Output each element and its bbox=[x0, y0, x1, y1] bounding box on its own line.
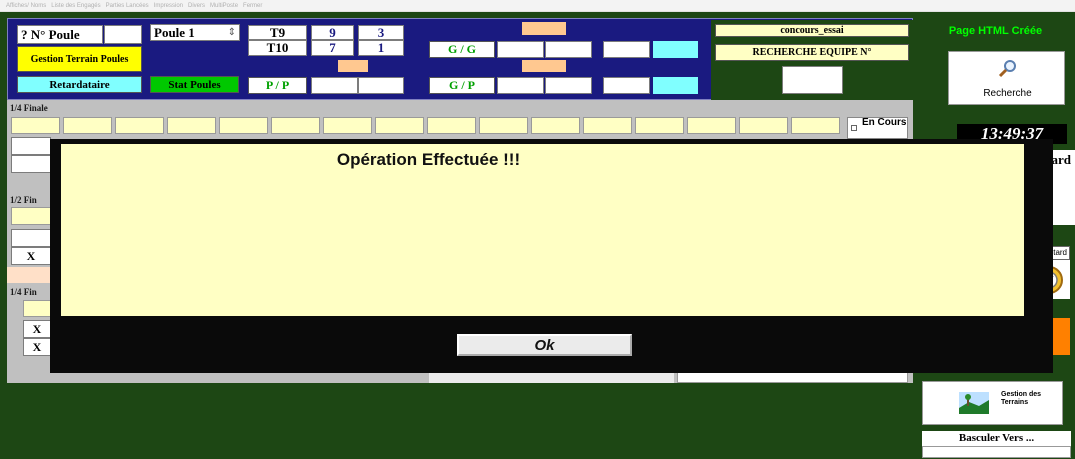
quart-finale-label: 1/4 Finale bbox=[10, 103, 48, 113]
pp-indicator bbox=[338, 60, 368, 72]
quart-finale-cell[interactable] bbox=[115, 117, 164, 134]
quart-field-a[interactable] bbox=[11, 137, 51, 155]
terrain-name-2: T10 bbox=[248, 40, 307, 56]
demi-highlight bbox=[7, 267, 51, 283]
quart-finale-cell[interactable] bbox=[479, 117, 528, 134]
quart2-x-button-1[interactable]: X bbox=[23, 320, 51, 338]
terrain-b-2: 1 bbox=[358, 40, 404, 56]
quart-finale-cell[interactable] bbox=[583, 117, 632, 134]
terrain-b-1: 3 bbox=[358, 25, 404, 40]
demi-cell[interactable] bbox=[11, 207, 51, 225]
demi-field[interactable] bbox=[11, 229, 51, 247]
quart-finale-cell[interactable] bbox=[63, 117, 112, 134]
gestion-terrains-label: Gestion des Terrains bbox=[1001, 391, 1042, 406]
quart2-x-button-2[interactable]: X bbox=[23, 338, 51, 356]
quart-finale-cell[interactable] bbox=[635, 117, 684, 134]
retardataire-button[interactable]: Retardataire bbox=[17, 76, 142, 93]
menu-affiches[interactable]: Affiches/ Noms bbox=[6, 0, 46, 11]
demi-finale-label: 1/2 Fin bbox=[10, 195, 37, 205]
basculer-vers-select[interactable] bbox=[922, 446, 1071, 458]
menu-fermer[interactable]: Fermer bbox=[243, 0, 262, 11]
terrain-a-1: 9 bbox=[311, 25, 354, 40]
quart-finale-cell[interactable] bbox=[791, 117, 840, 134]
pp-score-1[interactable] bbox=[311, 77, 358, 94]
basculer-vers-button[interactable]: Basculer Vers ... bbox=[922, 431, 1071, 446]
concours-name: concours_essai bbox=[715, 24, 909, 37]
quart-finale-cell[interactable] bbox=[11, 117, 60, 134]
pp-label: P / P bbox=[248, 77, 307, 94]
quart-finale-cell[interactable] bbox=[531, 117, 580, 134]
quart-finale-cell[interactable] bbox=[167, 117, 216, 134]
poule-select-value: Poule 1 bbox=[154, 25, 195, 40]
quart-finale-cell[interactable] bbox=[323, 117, 372, 134]
terrain-a-2: 7 bbox=[311, 40, 354, 56]
recherche-label: Recherche bbox=[983, 88, 1032, 99]
menu-bar: Affiches/ Noms Liste des Engagés Parties… bbox=[0, 0, 1075, 12]
terrain-name-1: T9 bbox=[248, 25, 307, 40]
quart-finale-cell[interactable] bbox=[375, 117, 424, 134]
quart-finale-cell[interactable] bbox=[219, 117, 268, 134]
ok-button[interactable]: Ok bbox=[457, 334, 632, 356]
gp-score-2[interactable] bbox=[545, 77, 592, 94]
page-html-status: Page HTML Créée bbox=[948, 25, 1043, 37]
gp-highlight bbox=[653, 77, 698, 94]
quart-finale-cell[interactable] bbox=[687, 117, 736, 134]
recherche-equipe-input[interactable] bbox=[782, 66, 843, 94]
poule-number-input[interactable] bbox=[104, 25, 142, 44]
quart-finale-cell[interactable] bbox=[739, 117, 788, 134]
menu-divers[interactable]: Divers bbox=[188, 0, 205, 11]
menu-liste-engages[interactable]: Liste des Engagés bbox=[51, 0, 100, 11]
en-cours-label: En Cours bbox=[862, 117, 907, 128]
gg-indicator bbox=[522, 22, 566, 35]
menu-impression[interactable]: Impression bbox=[154, 0, 183, 11]
pp-score-2[interactable] bbox=[358, 77, 404, 94]
gestion-terrains-button[interactable]: Gestion des Terrains bbox=[922, 381, 1063, 425]
quart-finale-cell[interactable] bbox=[427, 117, 476, 134]
menu-multiposte[interactable]: MultiPoste bbox=[210, 0, 238, 11]
gg-highlight bbox=[653, 41, 698, 58]
terrain-landscape-icon bbox=[959, 392, 989, 414]
stat-poules-button[interactable]: Stat Poules bbox=[150, 76, 239, 93]
gestion-terrain-poules-button[interactable]: Gestion Terrain Poules bbox=[17, 46, 142, 72]
recherche-equipe-label: RECHERCHE EQUIPE N° bbox=[715, 44, 909, 61]
quart-finale-cell[interactable] bbox=[271, 117, 320, 134]
select-arrow-icon: ⇕ bbox=[227, 27, 236, 38]
quart2-cell[interactable] bbox=[23, 300, 51, 317]
menu-parties-lancees[interactable]: Parties Lancées bbox=[106, 0, 149, 11]
modal-message: Opération Effectuée !!! bbox=[336, 150, 521, 169]
gp-score-3[interactable] bbox=[603, 77, 650, 94]
gp-indicator bbox=[522, 60, 566, 72]
en-cours-checkbox[interactable] bbox=[851, 125, 857, 131]
quart-finale-2-label: 1/4 Fin bbox=[10, 287, 37, 297]
quart-field-b[interactable] bbox=[11, 155, 51, 173]
gg-score-1[interactable] bbox=[497, 41, 544, 58]
gg-score-2[interactable] bbox=[545, 41, 592, 58]
recherche-button[interactable]: Recherche bbox=[948, 51, 1065, 105]
gp-score-1[interactable] bbox=[497, 77, 544, 94]
demi-x-button[interactable]: X bbox=[11, 247, 51, 265]
poule-select[interactable]: Poule 1 ⇕ bbox=[150, 24, 240, 41]
magnifier-icon bbox=[998, 60, 1016, 78]
gg-label: G / G bbox=[429, 41, 495, 58]
gg-score-3[interactable] bbox=[603, 41, 650, 58]
poule-number-label: ? N° Poule bbox=[17, 25, 103, 44]
gp-label: G / P bbox=[429, 77, 495, 94]
en-cours-box: En Cours bbox=[847, 117, 908, 139]
